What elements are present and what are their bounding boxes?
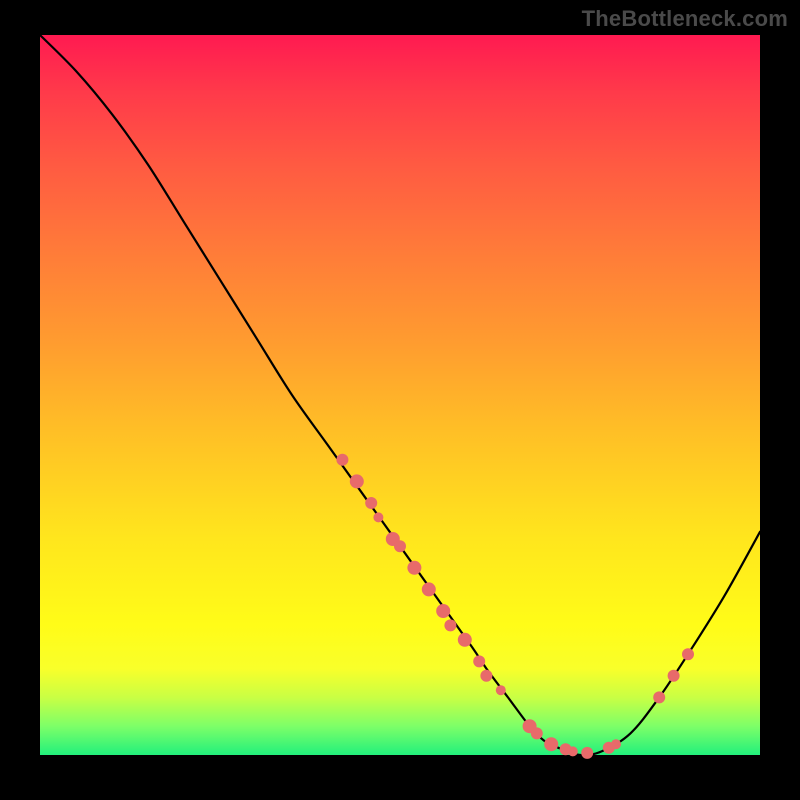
data-marker: [444, 619, 456, 631]
data-marker: [336, 454, 348, 466]
data-marker: [422, 582, 436, 596]
chart-svg: [40, 35, 760, 755]
data-marker: [581, 747, 593, 759]
data-marker: [668, 670, 680, 682]
data-marker: [365, 497, 377, 509]
watermark-text: TheBottleneck.com: [582, 6, 788, 32]
data-marker: [653, 691, 665, 703]
data-marker: [350, 474, 364, 488]
data-marker: [611, 739, 621, 749]
data-marker: [496, 685, 506, 695]
data-marker: [473, 655, 485, 667]
data-marker: [480, 670, 492, 682]
data-marker: [568, 746, 578, 756]
bottleneck-curve: [40, 35, 760, 755]
data-marker: [394, 540, 406, 552]
plot-area: [40, 35, 760, 755]
marker-group: [336, 454, 694, 759]
data-marker: [531, 727, 543, 739]
data-marker: [373, 512, 383, 522]
data-marker: [407, 561, 421, 575]
data-marker: [682, 648, 694, 660]
data-marker: [436, 604, 450, 618]
chart-frame: TheBottleneck.com: [0, 0, 800, 800]
data-marker: [458, 633, 472, 647]
data-marker: [544, 737, 558, 751]
x-axis: [40, 755, 760, 756]
